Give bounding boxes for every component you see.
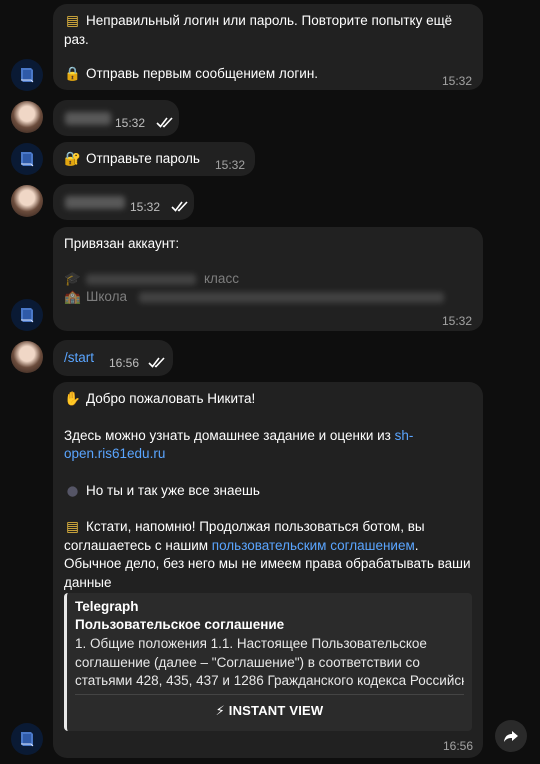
user-avatar[interactable] <box>11 101 43 133</box>
bot-message-account-linked: Привязан аккаунт: 🎓 класс 🏫 Школа 15:32 <box>53 227 483 331</box>
message-time: 15:32 <box>442 74 473 88</box>
school-prefix: Школа <box>86 288 128 304</box>
site-link-part2[interactable]: open.ris61edu.ru <box>64 446 165 461</box>
read-checkmarks-icon <box>171 201 188 212</box>
agreement-link[interactable]: пользовательским соглашением <box>212 538 415 553</box>
graduation-cap-icon: 🎓 <box>64 270 81 287</box>
new-moon-face-icon: ● <box>66 482 79 499</box>
preview-description: 1. Общие положения 1.1. Настоящее Пользо… <box>75 635 464 691</box>
user-message-login: 15:32 <box>53 100 179 136</box>
error-line-2: раз. <box>64 31 89 47</box>
message-time: 16:56 <box>109 356 140 370</box>
barrier-icon: ▤ <box>66 519 79 535</box>
forward-arrow-icon <box>504 731 518 742</box>
book-icon <box>21 308 34 323</box>
hidden-password-text <box>65 196 125 209</box>
message-time: 15:32 <box>215 158 246 172</box>
bot-avatar[interactable] <box>11 143 43 175</box>
read-checkmarks-icon <box>156 117 173 128</box>
send-login-line: Отправь первым сообщением логин. <box>86 66 319 81</box>
message-time: 15:32 <box>442 314 473 328</box>
class-suffix: класс <box>204 270 239 286</box>
bot-avatar[interactable] <box>11 299 43 331</box>
lock-icon: 🔒 <box>64 66 81 82</box>
book-icon <box>21 68 34 83</box>
hidden-login-text <box>65 112 111 125</box>
preview-desc-line-1: 1. Общие положения 1.1. Настоящее Пользо… <box>75 636 427 651</box>
message-text: ▤ Неправильный логин или пароль. Повторит… <box>64 12 471 84</box>
waving-hand-icon: ✋ <box>64 391 81 407</box>
book-icon <box>21 732 34 747</box>
bot-avatar[interactable] <box>11 723 43 755</box>
bot-avatar[interactable] <box>11 59 43 91</box>
barrier-icon: ▤ <box>66 13 79 29</box>
read-checkmarks-icon <box>148 357 165 368</box>
forward-button[interactable] <box>495 720 527 752</box>
site-link-part1[interactable]: sh- <box>395 428 414 443</box>
start-command-link[interactable]: /start <box>64 350 94 365</box>
link-preview-card[interactable]: Telegraph Пользовательское соглашение 1.… <box>64 593 472 731</box>
school-icon: 🏫 <box>64 288 81 305</box>
message-time: 15:32 <box>115 116 146 130</box>
message-time: 15:32 <box>130 200 161 214</box>
send-password-text: Отправьте пароль <box>86 151 200 166</box>
bot-message-login-error: ▤ Неправильный логин или пароль. Повторит… <box>53 4 483 90</box>
remind-line-1: Кстати, напомню! Продолжая пользоваться … <box>86 519 425 534</box>
greeting-text: Добро пожаловать Никита! <box>86 391 256 406</box>
user-avatar[interactable] <box>11 185 43 217</box>
remind-line-2-suffix: . <box>414 537 419 553</box>
hidden-class-text <box>86 273 196 285</box>
preview-divider <box>75 694 464 695</box>
user-message-password: 15:32 <box>53 184 194 220</box>
message-text: Привязан аккаунт: 🎓 класс 🏫 Школа <box>64 235 471 306</box>
user-avatar[interactable] <box>11 341 43 373</box>
preview-desc-line-2: соглашение (далее – "Соглашение") в соот… <box>75 654 420 670</box>
lock-with-key-icon: 🔐 <box>64 151 81 167</box>
preview-title: Пользовательское соглашение <box>75 617 285 632</box>
preview-desc-line-3: статьями 428, 435, 437 и 1286 Гражданско… <box>75 673 464 688</box>
remind-line-2-prefix: соглашаетесь с нашим <box>64 537 212 553</box>
know-text: Но ты и так уже все знаешь <box>86 482 260 498</box>
bot-message-welcome: ✋ Добро пожаловать Никита! Здесь можно уз… <box>53 382 483 758</box>
message-time: 16:56 <box>443 739 474 753</box>
instant-view-button[interactable]: ⚡ INSTANT VIEW <box>75 697 464 725</box>
bot-message-send-password: 🔐 Отправьте пароль 15:32 <box>53 142 255 176</box>
homework-text: Здесь можно узнать домашнее задание и оц… <box>64 427 395 443</box>
remind-line-4: данные <box>64 574 112 590</box>
book-icon <box>21 152 34 167</box>
account-linked-line: Привязан аккаунт: <box>64 236 180 251</box>
preview-site-name: Telegraph <box>75 599 139 614</box>
message-text: ✋ Добро пожаловать Никита! Здесь можно уз… <box>64 390 471 592</box>
remind-line-3: Обычное дело, без него мы не имеем права… <box>64 556 471 571</box>
user-message-start: /start 16:56 <box>53 340 173 376</box>
error-line-1: Неправильный логин или пароль. Повторите… <box>86 13 453 28</box>
hidden-school-text <box>139 291 444 303</box>
